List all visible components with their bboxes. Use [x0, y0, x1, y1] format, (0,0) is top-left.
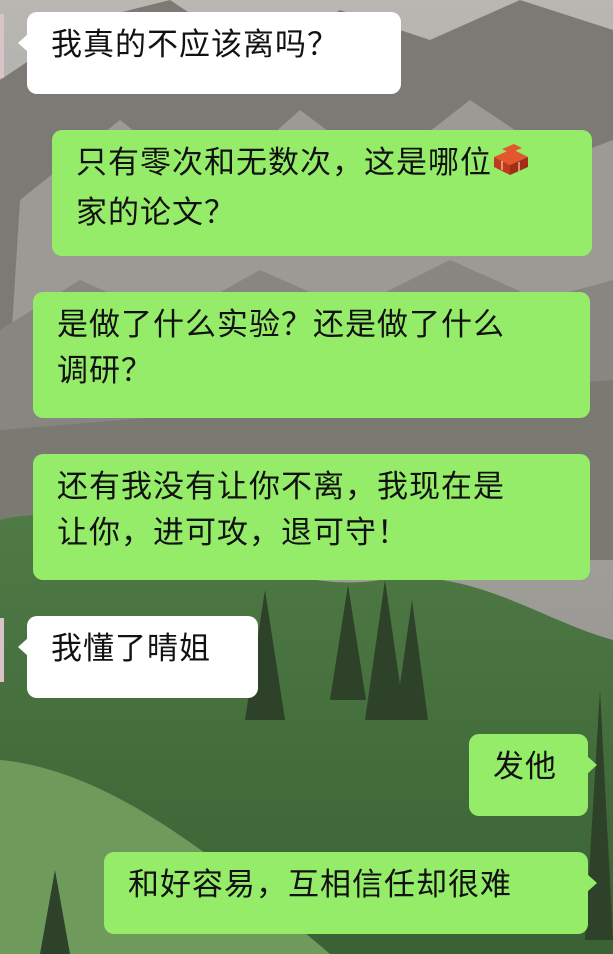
message-text-line2: 调研？ [57, 353, 153, 389]
message-text: 发他 [493, 749, 557, 785]
message-text: 我真的不应该离吗？ [51, 27, 339, 63]
avatar[interactable] [0, 618, 4, 682]
message-bubble-received[interactable]: 我真的不应该离吗？ [18, 12, 401, 94]
message-text: 和好容易，互相信任却很难 [128, 867, 512, 903]
message-text-line2: 家的论文？ [76, 195, 236, 231]
message-text: 还有我没有让你不离，我现在是 [57, 469, 505, 505]
message-bubble-sent[interactable]: 发他 [469, 734, 597, 816]
message-bubble-sent[interactable]: 和好容易，互相信任却很难 [104, 852, 597, 934]
message-text-line2: 让你，进可攻，退可守！ [57, 515, 409, 551]
message-bubble-sent[interactable]: 还有我没有让你不离，我现在是 让你，进可攻，退可守！ [33, 454, 590, 580]
message-text: 只有零次和无数次，这是哪位 [76, 145, 492, 181]
message-bubble-sent[interactable]: 只有零次和无数次，这是哪位 家的论文？ [52, 130, 592, 256]
brick-icon [492, 143, 530, 190]
message-text: 是做了什么实验？还是做了什么 [57, 307, 505, 343]
message-bubble-sent[interactable]: 是做了什么实验？还是做了什么 调研？ [33, 292, 590, 418]
message-text: 我懂了晴姐 [51, 631, 211, 667]
avatar[interactable] [0, 14, 4, 78]
message-bubble-received[interactable]: 我懂了晴姐 [18, 616, 258, 698]
